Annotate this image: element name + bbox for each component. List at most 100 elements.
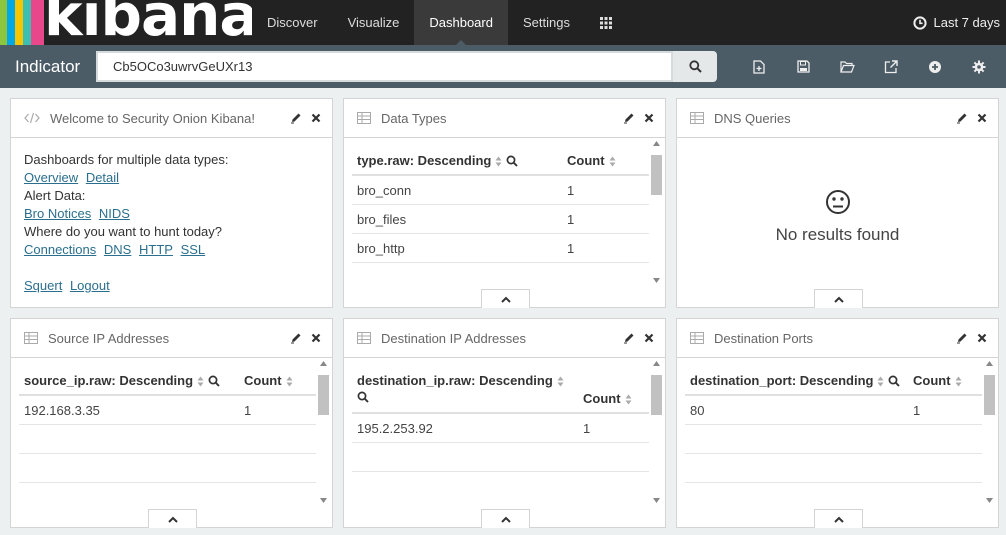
link-logout[interactable]: Logout [70, 278, 110, 293]
column-header[interactable]: destination_port: Descending [685, 373, 913, 388]
edit-pencil-icon[interactable] [956, 112, 968, 124]
welcome-text: Where do you want to hunt today? [24, 224, 223, 239]
collapse-button[interactable] [814, 289, 863, 308]
cell-ip: 192.168.3.35 [24, 402, 100, 418]
scroll-up-icon[interactable] [653, 361, 660, 366]
sort-icon[interactable] [197, 376, 204, 387]
new-dashboard-button[interactable] [737, 52, 781, 82]
nav-settings[interactable]: Settings [508, 0, 585, 45]
collapse-button[interactable] [148, 509, 197, 528]
table-row: 192.168.3.35 1 [19, 396, 316, 425]
link-nids[interactable]: NIDS [99, 206, 130, 221]
apps-grid-button[interactable] [585, 0, 627, 45]
code-icon [24, 112, 40, 124]
link-ssl[interactable]: SSL [181, 242, 206, 257]
table-row [19, 454, 316, 483]
column-header[interactable]: source_ip.raw: Descending [19, 373, 244, 388]
panel-dns-queries: DNS Queries No results found [676, 98, 999, 308]
cell-count: 1 [567, 211, 575, 227]
welcome-text: Alert Data: [24, 188, 86, 203]
link-detail[interactable]: Detail [86, 170, 119, 185]
sort-icon[interactable] [286, 376, 293, 387]
column-header[interactable]: type.raw: Descending [352, 153, 567, 168]
scroll-down-icon[interactable] [653, 498, 660, 503]
panel-title: Welcome to Security Onion Kibana! [50, 110, 255, 126]
column-header[interactable]: destination_ip.raw: Descending [352, 366, 583, 412]
query-input[interactable]: Cb5OCo3uwrvGeUXr13 [96, 51, 673, 82]
close-icon[interactable] [643, 112, 655, 124]
scrollbar[interactable] [984, 361, 996, 503]
column-header[interactable]: Count [244, 373, 316, 388]
scroll-down-icon[interactable] [653, 278, 660, 283]
link-overview[interactable]: Overview [24, 170, 78, 185]
collapse-button[interactable] [814, 509, 863, 528]
options-button[interactable] [957, 52, 1001, 82]
nav-visualize[interactable]: Visualize [333, 0, 415, 45]
link-bro-notices[interactable]: Bro Notices [24, 206, 91, 221]
link-http[interactable]: HTTP [139, 242, 173, 257]
nav-discover[interactable]: Discover [252, 0, 333, 45]
table-icon [357, 332, 371, 344]
link-squert[interactable]: Squert [24, 278, 62, 293]
data-table: destination_port: Descending Count 80 1 [685, 366, 982, 483]
column-label: Count [567, 152, 605, 168]
open-dashboard-button[interactable] [825, 52, 869, 82]
scrollbar[interactable] [651, 361, 663, 503]
sort-icon[interactable] [625, 394, 632, 405]
link-connections[interactable]: Connections [24, 242, 96, 257]
close-icon[interactable] [310, 332, 322, 344]
column-header[interactable]: Count [913, 373, 982, 388]
panel-data-types: Data Types type.raw: Descending Count br… [343, 98, 666, 308]
scrollbar[interactable] [651, 141, 663, 283]
cell-ip: 195.2.253.92 [357, 420, 433, 436]
column-header[interactable]: Count [583, 366, 649, 412]
scroll-down-icon[interactable] [986, 498, 993, 503]
edit-pencil-icon[interactable] [290, 112, 302, 124]
scroll-down-icon[interactable] [320, 498, 327, 503]
scrollbar[interactable] [318, 361, 330, 503]
collapse-button[interactable] [481, 509, 530, 528]
chevron-up-icon [167, 516, 178, 523]
kibana-logo[interactable]: kibana [0, 0, 252, 45]
edit-pencil-icon[interactable] [956, 332, 968, 344]
filter-search-icon[interactable] [357, 391, 369, 403]
add-panel-button[interactable] [913, 52, 957, 82]
nav-dashboard[interactable]: Dashboard [414, 0, 508, 45]
filter-search-icon[interactable] [208, 375, 220, 387]
collapse-button[interactable] [481, 289, 530, 308]
close-icon[interactable] [976, 332, 988, 344]
welcome-text: Dashboards for multiple data types: [24, 152, 229, 167]
cell-count: 1 [583, 420, 591, 436]
column-header[interactable]: Count [567, 153, 649, 168]
sort-icon[interactable] [877, 376, 884, 387]
edit-pencil-icon[interactable] [623, 112, 635, 124]
column-label: type.raw: Descending [357, 152, 492, 168]
sort-icon[interactable] [609, 156, 616, 167]
share-button[interactable] [869, 52, 913, 82]
filter-search-icon[interactable] [506, 155, 519, 167]
scroll-up-icon[interactable] [653, 141, 660, 146]
sort-icon[interactable] [955, 376, 962, 387]
grid-icon [599, 16, 612, 29]
scroll-up-icon[interactable] [320, 361, 327, 366]
link-dns[interactable]: DNS [104, 242, 131, 257]
cell-port: 80 [690, 402, 705, 418]
search-button[interactable] [673, 51, 717, 82]
close-icon[interactable] [643, 332, 655, 344]
save-dashboard-button[interactable] [781, 52, 825, 82]
neutral-face-icon [825, 190, 850, 214]
sort-icon[interactable] [557, 376, 564, 387]
table-row: 80 1 [685, 396, 982, 425]
scroll-up-icon[interactable] [986, 361, 993, 366]
welcome-markdown: Dashboards for multiple data types: Over… [11, 138, 332, 308]
edit-pencil-icon[interactable] [290, 332, 302, 344]
close-icon[interactable] [976, 112, 988, 124]
time-picker[interactable]: Last 7 days [912, 0, 1006, 45]
close-icon[interactable] [310, 112, 322, 124]
edit-pencil-icon[interactable] [623, 332, 635, 344]
logo-text: kibana [44, 0, 252, 45]
panel-header: Data Types [344, 99, 665, 138]
chevron-up-icon [833, 516, 844, 523]
sort-icon[interactable] [495, 156, 502, 167]
filter-search-icon[interactable] [888, 375, 901, 387]
